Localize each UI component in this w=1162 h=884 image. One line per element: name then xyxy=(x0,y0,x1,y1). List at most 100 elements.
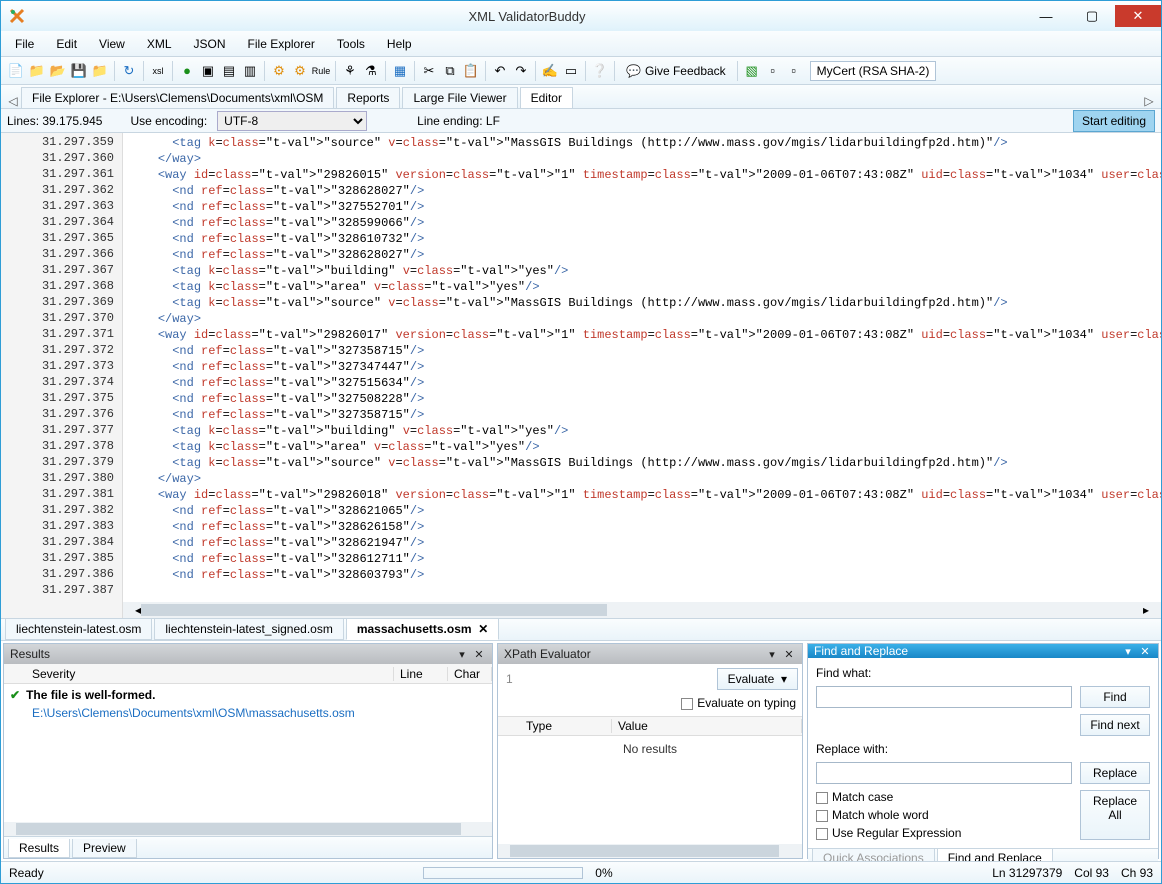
code-line[interactable]: <nd ref=class="t-val">"327347447"/> xyxy=(129,359,1161,375)
eval-on-typing-checkbox[interactable] xyxy=(681,698,693,710)
new-folder-icon[interactable]: 📁 xyxy=(28,62,46,80)
undo-icon[interactable]: ↶ xyxy=(491,62,509,80)
col-line[interactable]: Line xyxy=(394,667,448,681)
dropdown-icon[interactable]: ▾ xyxy=(765,648,779,661)
match-case-checkbox[interactable] xyxy=(816,792,828,804)
refresh-icon[interactable]: ↻ xyxy=(120,62,138,80)
col-value[interactable]: Value xyxy=(612,719,802,733)
menu-json[interactable]: JSON xyxy=(184,33,236,55)
cert-export-icon[interactable]: ▫ xyxy=(785,62,803,80)
code-line[interactable]: <nd ref=class="t-val">"328628027"/> xyxy=(129,247,1161,263)
minimize-button[interactable]: — xyxy=(1023,5,1069,27)
find-header[interactable]: Find and Replace ▾ ✕ xyxy=(808,644,1158,658)
menu-file-explorer[interactable]: File Explorer xyxy=(238,33,325,55)
code-line[interactable]: <tag k=class="t-val">"building" v=class=… xyxy=(129,423,1161,439)
menu-help[interactable]: Help xyxy=(377,33,422,55)
new-file-icon[interactable]: 📄 xyxy=(7,62,25,80)
dropdown-icon[interactable]: ▾ xyxy=(455,648,469,661)
menu-file[interactable]: File xyxy=(5,33,44,55)
code-line[interactable]: <nd ref=class="t-val">"328603793"/> xyxy=(129,567,1161,583)
transform-icon[interactable]: ⚙ xyxy=(270,62,288,80)
menu-edit[interactable]: Edit xyxy=(46,33,87,55)
xpath-hscroll[interactable] xyxy=(498,844,802,858)
code-line[interactable]: <nd ref=class="t-val">"327358715"/> xyxy=(129,343,1161,359)
code-line[interactable]: <tag k=class="t-val">"area" v=class="t-v… xyxy=(129,279,1161,295)
code-line[interactable]: <nd ref=class="t-val">"328626158"/> xyxy=(129,519,1161,535)
open-icon[interactable]: 📂 xyxy=(49,62,67,80)
tabstrip-left-arrow[interactable]: ◁ xyxy=(5,94,21,108)
code-line[interactable]: <nd ref=class="t-val">"327515634"/> xyxy=(129,375,1161,391)
code-line[interactable]: <nd ref=class="t-val">"327508228"/> xyxy=(129,391,1161,407)
main-tab[interactable]: Reports xyxy=(336,87,400,108)
file-tab[interactable]: liechtenstein-latest_signed.osm xyxy=(154,619,343,640)
file-tab[interactable]: massachusetts.osm ✕ xyxy=(346,619,499,640)
encoding-select[interactable]: UTF-8 xyxy=(217,111,367,131)
help-icon[interactable]: ❔ xyxy=(591,62,609,80)
code-line[interactable]: <nd ref=class="t-val">"328610732"/> xyxy=(129,231,1161,247)
code-line[interactable]: </way> xyxy=(129,471,1161,487)
code-line[interactable]: <tag k=class="t-val">"area" v=class="t-v… xyxy=(129,439,1161,455)
start-editing-button[interactable]: Start editing xyxy=(1073,110,1155,132)
feedback-button[interactable]: 💬Give Feedback xyxy=(620,62,732,80)
match-whole-checkbox[interactable] xyxy=(816,810,828,822)
results-hscroll[interactable] xyxy=(4,822,492,836)
menu-xml[interactable]: XML xyxy=(137,33,182,55)
code-line[interactable]: <tag k=class="t-val">"building" v=class=… xyxy=(129,263,1161,279)
find-next-button[interactable]: Find next xyxy=(1080,714,1150,736)
code-area[interactable]: <tag k=class="t-val">"source" v=class="t… xyxy=(123,133,1161,602)
dropdown-icon[interactable]: ▾ xyxy=(1121,645,1135,658)
code-line[interactable]: <nd ref=class="t-val">"328612711"/> xyxy=(129,551,1161,567)
col-severity[interactable]: Severity xyxy=(26,667,394,681)
save-icon[interactable]: 💾 xyxy=(70,62,88,80)
code-line[interactable]: <nd ref=class="t-val">"327358715"/> xyxy=(129,407,1161,423)
copy-icon[interactable]: ⧉ xyxy=(441,62,459,80)
code-line[interactable]: <nd ref=class="t-val">"328628027"/> xyxy=(129,183,1161,199)
result-row[interactable]: ✔ The file is well-formed. xyxy=(4,684,492,706)
code-line[interactable]: <tag k=class="t-val">"source" v=class="t… xyxy=(129,295,1161,311)
tabstrip-right-arrow[interactable]: ▷ xyxy=(1141,94,1157,108)
code-line[interactable]: </way> xyxy=(129,151,1161,167)
validate-ok-icon[interactable]: ● xyxy=(178,62,196,80)
cert-selector[interactable]: MyCert (RSA SHA-2) xyxy=(810,61,937,81)
xpath-header[interactable]: XPath Evaluator ▾ ✕ xyxy=(498,644,802,664)
validate-batch-icon[interactable]: ▤ xyxy=(220,62,238,80)
h-scrollbar[interactable]: ◂ ▸ xyxy=(123,602,1161,618)
code-line[interactable]: <way id=class="t-val">"29826015" version… xyxy=(129,167,1161,183)
titlebar[interactable]: XML ValidatorBuddy — ▢ ✕ xyxy=(1,1,1161,31)
sign-icon[interactable]: ✍ xyxy=(541,62,559,80)
use-regex-checkbox[interactable] xyxy=(816,828,828,840)
result-path-link[interactable]: E:\Users\Clemens\Documents\xml\OSM\massa… xyxy=(4,706,492,724)
tool-icon[interactable]: ⚘ xyxy=(341,62,359,80)
redo-icon[interactable]: ↷ xyxy=(512,62,530,80)
validate-icon[interactable]: ▣ xyxy=(199,62,217,80)
results-tab-results[interactable]: Results xyxy=(8,839,70,858)
code-line[interactable]: <nd ref=class="t-val">"328621947"/> xyxy=(129,535,1161,551)
cut-icon[interactable]: ✂ xyxy=(420,62,438,80)
scroll-right-icon[interactable]: ▸ xyxy=(1143,603,1149,617)
cert-new-icon[interactable]: ▧ xyxy=(743,62,761,80)
find-button[interactable]: Find xyxy=(1080,686,1150,708)
verify-icon[interactable]: ▭ xyxy=(562,62,580,80)
results-tab-preview[interactable]: Preview xyxy=(72,839,137,858)
maximize-button[interactable]: ▢ xyxy=(1069,5,1115,27)
schema-icon[interactable]: ▥ xyxy=(241,62,259,80)
main-tab[interactable]: Editor xyxy=(520,87,573,108)
code-line[interactable]: <nd ref=class="t-val">"328599066"/> xyxy=(129,215,1161,231)
tool2-icon[interactable]: ⚗ xyxy=(362,62,380,80)
replace-button[interactable]: Replace xyxy=(1080,762,1150,784)
open-folder-icon[interactable]: 📁 xyxy=(91,62,109,80)
main-tab[interactable]: File Explorer - E:\Users\Clemens\Documen… xyxy=(21,87,334,108)
cert-doc-icon[interactable]: ▫ xyxy=(764,62,782,80)
paste-icon[interactable]: 📋 xyxy=(462,62,480,80)
code-line[interactable]: <way id=class="t-val">"29826018" version… xyxy=(129,487,1161,503)
code-line[interactable]: <tag k=class="t-val">"source" v=class="t… xyxy=(129,135,1161,151)
close-panel-icon[interactable]: ✕ xyxy=(472,648,486,661)
rule-icon[interactable]: Rule xyxy=(312,62,330,80)
file-tab[interactable]: liechtenstein-latest.osm xyxy=(5,619,152,640)
main-tab[interactable]: Large File Viewer xyxy=(402,87,517,108)
menu-view[interactable]: View xyxy=(89,33,135,55)
col-char[interactable]: Char xyxy=(448,667,492,681)
find-what-input[interactable] xyxy=(816,686,1072,708)
code-line[interactable]: <nd ref=class="t-val">"327552701"/> xyxy=(129,199,1161,215)
code-line[interactable]: <nd ref=class="t-val">"328621065"/> xyxy=(129,503,1161,519)
